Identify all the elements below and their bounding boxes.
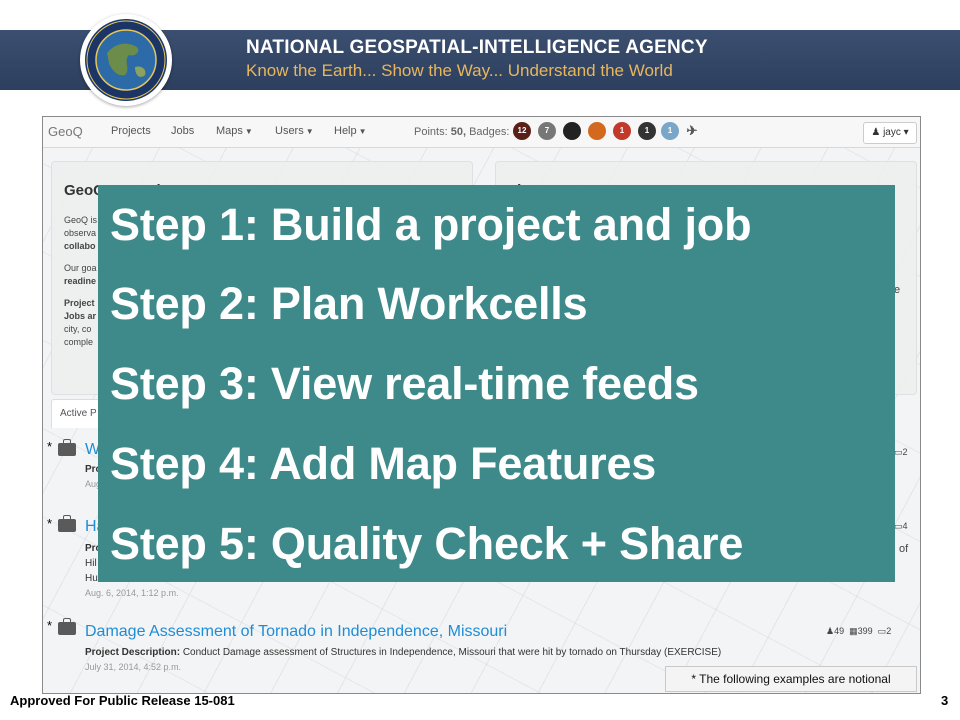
points-summary: Points: 50, Badges: [414,126,510,138]
about-text-line: observa [64,228,97,238]
nav-users[interactable]: Users ▼ [275,125,314,137]
user-menu-button[interactable]: ♟ jayc ▾ [863,122,917,144]
project-stats: ♟49 ▦399 ▭2 [826,626,892,636]
about-text-line: Our goa [64,263,97,273]
project-comments: ▭2 [894,447,908,457]
helicopter-icon[interactable]: ✈ [683,122,701,140]
badge-1-red[interactable]: 1 [613,122,631,140]
project-description: Project Description: Conduct Damage asse… [85,647,722,658]
about-text-line: comple [64,337,94,347]
briefcase-icon [58,515,76,532]
medal-icon[interactable] [588,122,606,140]
nav-help[interactable]: Help ▼ [334,125,367,137]
agency-title: NATIONAL GEOSPATIAL-INTELLIGENCE AGENCY [246,37,708,58]
users-icon: ♟ [826,626,835,636]
notional-marker: * [47,516,53,531]
release-statement: Approved For Public Release 15-081 [10,693,235,708]
project-description-line: Hil [85,558,97,569]
about-text-line: readine [64,276,97,286]
step-5: Step 5: Quality Check + Share [110,518,744,569]
step-1: Step 1: Build a project and job [110,199,752,250]
nav-projects[interactable]: Projects [111,125,151,137]
notional-marker: * [47,618,53,633]
comment-icon: ▭ [894,521,903,531]
about-text-line: Jobs ar [64,311,97,321]
agency-motto: Know the Earth... Show the Way... Unders… [246,61,673,80]
comment-icon: ▭ [877,626,887,636]
step-4: Step 4: Add Map Features [110,438,657,489]
badge-1-dark[interactable]: 1 [638,122,656,140]
notional-marker: * [47,439,53,454]
app-brand[interactable]: GeoQ [48,124,83,139]
chevron-down-icon: ▼ [244,127,253,136]
step-2: Step 2: Plan Workcells [110,278,588,329]
chevron-down-icon: ▼ [305,127,314,136]
notional-note: * The following examples are notional [665,666,917,692]
globe-icon [85,19,167,101]
nav-maps[interactable]: Maps ▼ [216,125,253,137]
badge-7[interactable]: 7 [538,122,556,140]
nav-jobs[interactable]: Jobs [171,125,194,137]
briefcase-icon [58,618,76,635]
project-title-link[interactable]: Damage Assessment of Tornado in Independ… [85,623,507,641]
badge-12[interactable]: 12 [513,122,531,140]
app-navbar: GeoQ Projects Jobs Maps ▼ Users ▼ Help ▼ Po… [43,117,920,148]
steps-overlay: Step 1: Build a project and job Step 2: … [98,185,895,582]
project-comments: ▭4 [894,521,908,531]
project-date: Aug. 6, 2014, 1:12 p.m. [85,588,179,598]
user-icon: ♟ [871,127,881,138]
about-text-line: Project [64,298,95,308]
badge-1-blue[interactable]: 1 [661,122,679,140]
page-number: 3 [941,693,949,708]
comment-icon: ▭ [894,447,903,457]
agency-seal-logo [80,14,172,106]
project-date: July 31, 2014, 4:52 p.m. [85,662,182,672]
chevron-down-icon: ▼ [358,127,367,136]
about-text-line: city, co [64,324,92,334]
about-text-line: collabo [64,241,96,251]
about-text-line: GeoQ is [64,215,98,225]
briefcase-icon [58,439,76,456]
grid-icon: ▦ [849,626,858,636]
project-description-fragment: of [899,543,909,555]
step-3: Step 3: View real-time feeds [110,358,699,409]
project-description-line: Hu [85,573,98,584]
medal-icon[interactable] [563,122,581,140]
